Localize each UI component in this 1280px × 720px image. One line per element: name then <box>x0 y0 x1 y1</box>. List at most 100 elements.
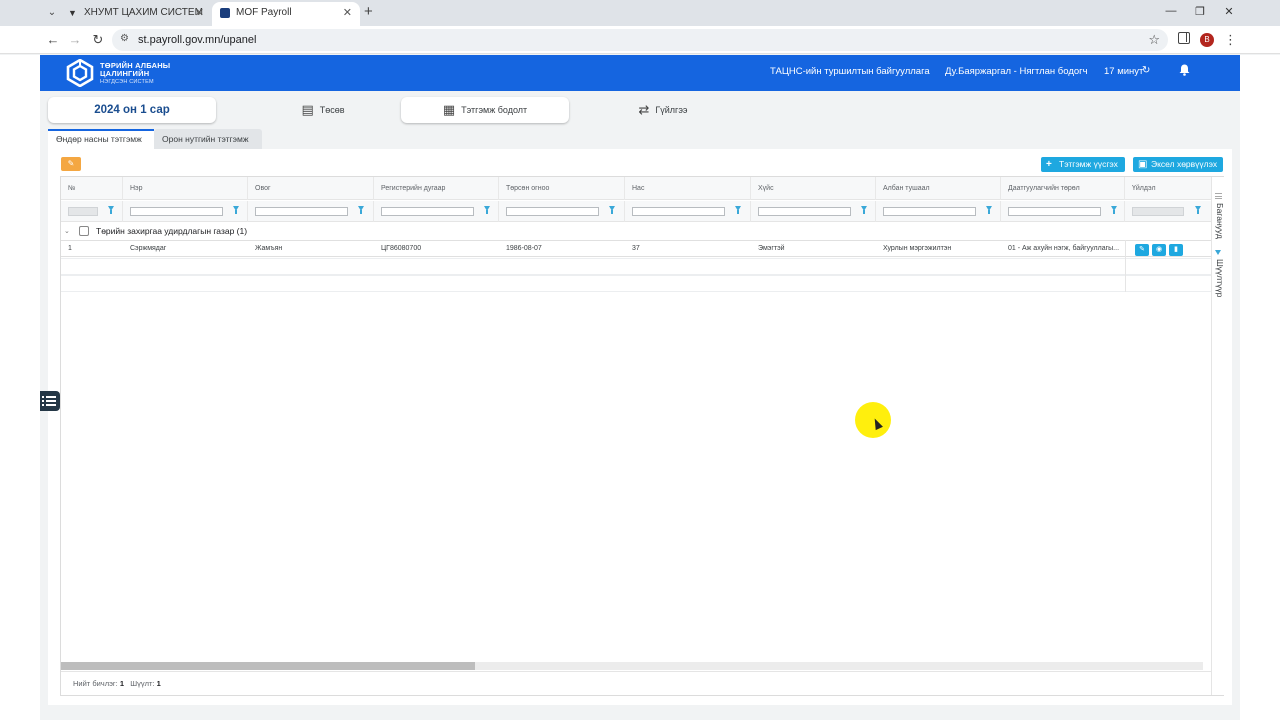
column-header-birthdate[interactable]: Төрсөн огноо <box>499 177 625 200</box>
column-header-number[interactable]: № <box>61 177 123 200</box>
subtab-local-benefit[interactable]: Орон нутгийн тэтгэмж <box>154 129 262 149</box>
table-row[interactable]: 1 Сэржмядаг Жамъян ЦГ86080700 1986-08-07… <box>61 240 1211 257</box>
back-icon[interactable]: ← <box>45 32 61 48</box>
columns-grip-icon[interactable] <box>1215 193 1222 199</box>
filter-age-input[interactable] <box>632 207 725 216</box>
group-label: Төрийн захиргаа удирдлагын газар (1) <box>96 226 248 236</box>
filter-cell <box>1001 201 1125 222</box>
column-header-position[interactable]: Албан тушаал <box>876 177 1001 200</box>
sidebar-toggle-list-icon[interactable] <box>40 391 60 411</box>
excel-export-button[interactable]: ▣ Эксел хөрвүүлэх <box>1133 157 1223 172</box>
filter-cell <box>123 201 248 222</box>
filter-icon[interactable] <box>735 206 741 214</box>
filter-icon[interactable] <box>1215 250 1221 255</box>
filter-cell <box>374 201 499 222</box>
empty-row <box>61 258 1211 275</box>
close-tab-icon[interactable]: ✕ <box>343 2 352 24</box>
close-tab-icon[interactable]: ✕ <box>195 2 204 24</box>
user-name[interactable]: Ду.Баяржаргал - Нягтлан бодогч <box>945 66 1088 77</box>
restore-icon[interactable]: ❐ <box>1192 5 1208 18</box>
main-panel: ✎ + Тэтгэмж үүсгэх ▣ Эксел хөрвүүлэх № Нэр… <box>48 149 1232 705</box>
tab-label: Тэтгэмж бодолт <box>461 105 528 115</box>
new-tab-icon[interactable]: + <box>364 4 373 20</box>
subtab-elder-benefit[interactable]: Өндөр насны тэтгэмж <box>48 129 154 149</box>
filter-icon[interactable] <box>1195 206 1201 214</box>
magic-wand-button[interactable]: ✎ <box>61 157 81 171</box>
total-records-value: 1 <box>119 679 124 688</box>
plus-icon: + <box>1046 159 1052 170</box>
profile-avatar[interactable]: B <box>1200 33 1214 47</box>
tab-favicon-icon <box>220 8 230 18</box>
filter-insured-type-input[interactable] <box>1008 207 1101 216</box>
app-header: ТӨРИЙН АЛБАНЫ ЦАЛИНГИЙН НЭГДСЭН СИСТЕМ Т… <box>40 55 1240 91</box>
minimize-icon[interactable]: — <box>1163 5 1179 17</box>
browser-tab-2[interactable]: MOF Payroll ✕ <box>212 2 360 26</box>
delete-button[interactable]: ▮ <box>1169 244 1183 256</box>
column-header-insured-type[interactable]: Даатгуулагчийн төрөл <box>1001 177 1125 200</box>
filter-name-input[interactable] <box>130 207 223 216</box>
filter-icon[interactable] <box>358 206 364 214</box>
filter-birthdate-input[interactable] <box>506 207 599 216</box>
filter-icon[interactable] <box>1111 206 1117 214</box>
organization-name[interactable]: ТАЦНС-ийн туршилтын байгууллага <box>770 66 930 77</box>
tab-transactions[interactable]: ⇄ Гүйлгээ <box>588 97 738 123</box>
filter-surname-input[interactable] <box>255 207 348 216</box>
browser-menu-icon[interactable]: ⋮ <box>1224 32 1237 48</box>
month-selector[interactable]: 2024 он 1 сар <box>48 97 216 123</box>
filter-gender-input[interactable] <box>758 207 851 216</box>
tab-search-chevron-icon[interactable]: ⌄ <box>44 5 60 21</box>
side-tab-filters[interactable]: Шүүлтүүр <box>1213 259 1225 297</box>
calculator-icon: ▦ <box>442 101 456 117</box>
column-header-register[interactable]: Регистерийн дугаар <box>374 177 499 200</box>
cell-position: Хурлын мэргэжилтэн <box>883 245 952 252</box>
column-header-age[interactable]: Нас <box>625 177 751 200</box>
filter-icon[interactable] <box>108 206 114 214</box>
filter-number-input <box>68 207 98 216</box>
tab-favicon-icon: ▼ <box>68 8 77 18</box>
address-bar[interactable]: ⚙ st.payroll.gov.mn/upanel ☆ <box>112 29 1168 51</box>
logo-icon <box>66 59 94 87</box>
edit-button[interactable]: ✎ <box>1135 244 1149 256</box>
filter-icon[interactable] <box>233 206 239 214</box>
filter-icon[interactable] <box>484 206 490 214</box>
browser-tab-1[interactable]: ▼ ХНУМТ ЦАХИМ СИСТЕМ ✕ <box>60 2 212 26</box>
refresh-session-icon[interactable]: ↻ <box>1142 65 1150 76</box>
filter-cell <box>499 201 625 222</box>
filter-icon[interactable] <box>986 206 992 214</box>
side-panel-icon[interactable] <box>1178 32 1190 44</box>
tab-benefit-calculation[interactable]: ▦ Тэтгэмж бодолт <box>401 97 569 123</box>
group-checkbox[interactable] <box>79 226 89 236</box>
cell-birthdate: 1986-08-07 <box>506 245 542 252</box>
filter-cell <box>61 201 123 222</box>
close-window-icon[interactable]: ✕ <box>1221 5 1237 18</box>
filter-position-input[interactable] <box>883 207 976 216</box>
horizontal-scrollbar[interactable] <box>61 662 1203 670</box>
site-info-icon[interactable]: ⚙ <box>120 33 129 44</box>
tab-budget[interactable]: ▤ Төсөв <box>248 97 398 123</box>
filter-cell <box>876 201 1001 222</box>
forward-icon[interactable]: → <box>67 32 83 48</box>
filter-icon[interactable] <box>861 206 867 214</box>
bookmark-star-icon[interactable]: ☆ <box>1148 32 1160 48</box>
chevron-down-icon[interactable]: ⌄ <box>64 223 70 240</box>
view-button[interactable]: ◉ <box>1152 244 1166 256</box>
cell-number: 1 <box>68 245 72 252</box>
bell-icon[interactable] <box>1179 64 1190 76</box>
column-header-surname[interactable]: Овог <box>248 177 374 200</box>
column-header-gender[interactable]: Хүйс <box>751 177 876 200</box>
group-row[interactable]: ⌄ Төрийн захиргаа удирдлагын газар (1) <box>61 223 1211 240</box>
create-benefit-button[interactable]: + Тэтгэмж үүсгэх <box>1041 157 1125 172</box>
reload-icon[interactable]: ↻ <box>90 32 106 48</box>
session-timer: 17 минут <box>1104 66 1144 77</box>
cell-name: Сэржмядаг <box>130 245 167 252</box>
page-margin-left <box>0 55 40 720</box>
column-header-actions[interactable]: Үйлдэл <box>1125 177 1211 200</box>
side-tab-columns[interactable]: Баганууд <box>1213 203 1225 239</box>
filter-register-input[interactable] <box>381 207 474 216</box>
filter-icon[interactable] <box>609 206 615 214</box>
browser-tab-bar: ⌄ ▼ ХНУМТ ЦАХИМ СИСТЕМ ✕ MOF Payroll ✕ +… <box>0 0 1280 26</box>
column-header-name[interactable]: Нэр <box>123 177 248 200</box>
scrollbar-thumb[interactable] <box>61 662 475 670</box>
grid-footer: Нийт бичлэг: 1 Шүүлт: 1 <box>61 671 1211 695</box>
empty-row <box>61 275 1211 292</box>
